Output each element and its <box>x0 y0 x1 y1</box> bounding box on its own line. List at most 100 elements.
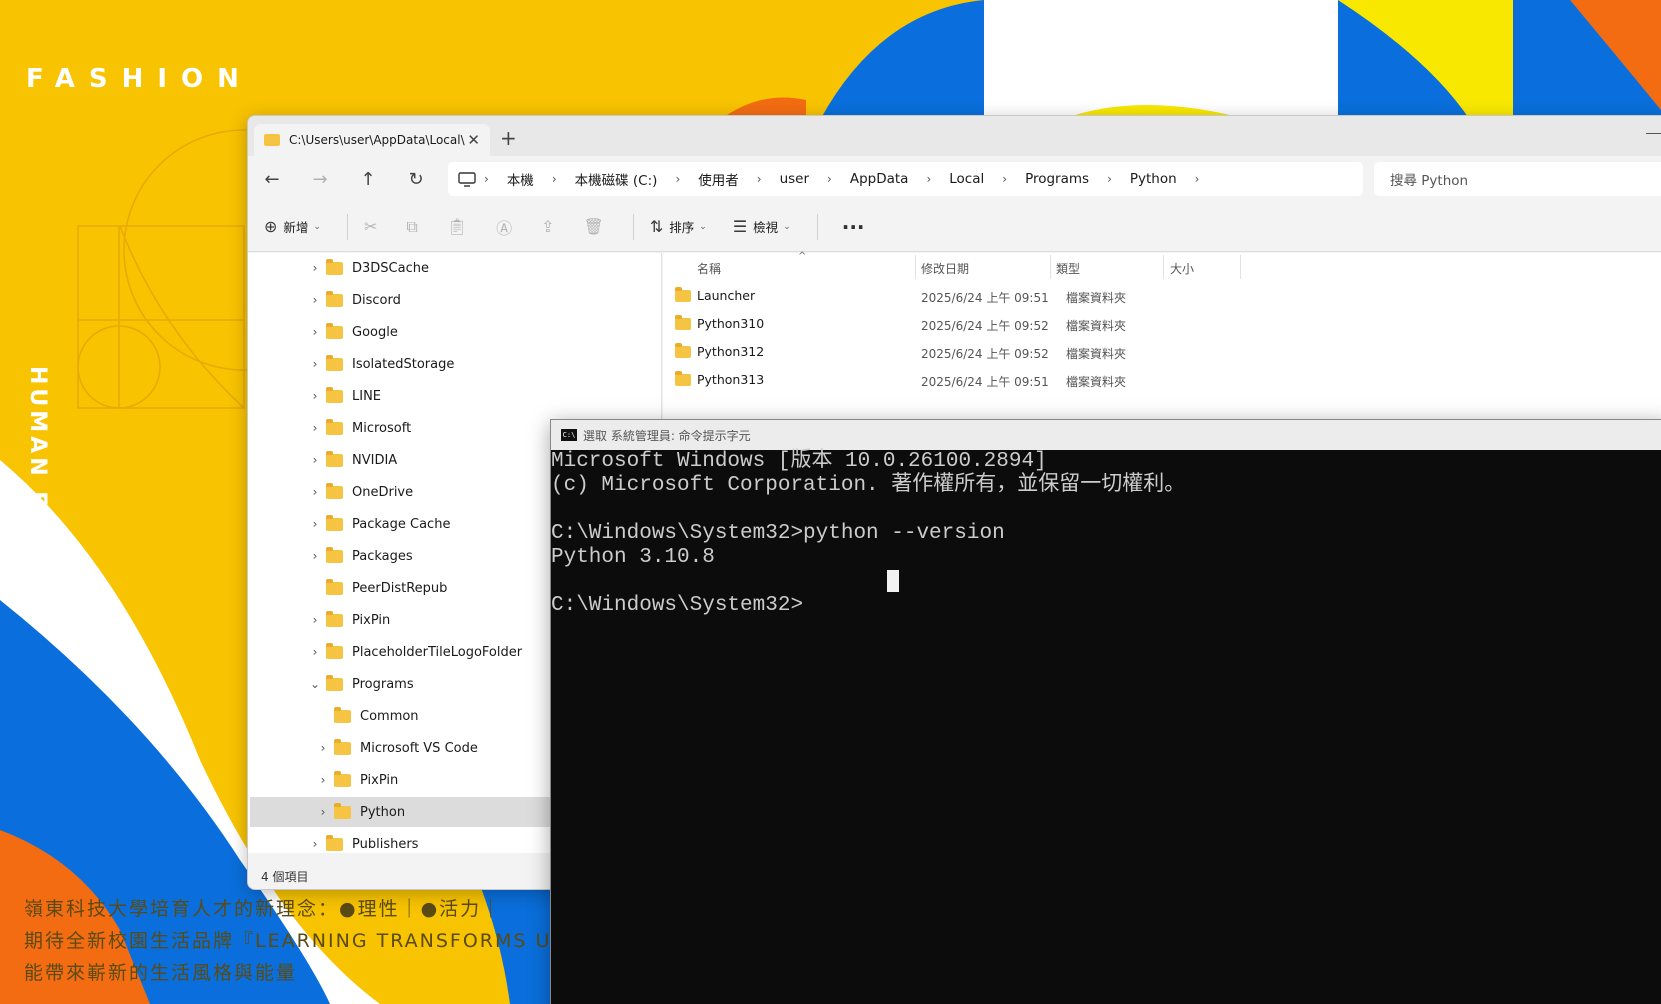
view-button[interactable]: ☰ 檢視 ⌄ <box>733 217 791 236</box>
chevron-right-icon[interactable]: › <box>304 293 326 307</box>
chevron-right-icon[interactable]: › <box>304 517 326 531</box>
folder-icon <box>326 322 343 339</box>
forward-button[interactable]: → <box>296 169 344 190</box>
cmd-line <box>551 498 1661 522</box>
column-header-type[interactable]: 類型 <box>1056 255 1080 281</box>
address-bar[interactable]: › 本機 › 本機磁碟 (C:) › 使用者 › user › AppData … <box>448 162 1363 196</box>
folder-icon <box>675 314 691 330</box>
breadcrumb-programs[interactable]: Programs <box>1015 171 1099 187</box>
breadcrumb-python[interactable]: Python <box>1120 171 1187 187</box>
folder-icon <box>326 642 343 659</box>
tree-item[interactable]: › D3DSCache <box>250 253 660 283</box>
column-header-name[interactable]: 名稱 <box>697 255 721 281</box>
refresh-button[interactable]: ↻ <box>392 169 440 190</box>
chevron-right-icon[interactable]: › <box>304 645 326 659</box>
tree-item-label: Google <box>352 324 398 340</box>
share-icon[interactable]: ⇪ <box>541 217 554 236</box>
file-type: 檔案資料夾 <box>1066 291 1127 305</box>
paste-icon[interactable]: 📋︎ <box>447 217 467 236</box>
chevron-right-icon[interactable]: › <box>312 741 334 755</box>
tree-item[interactable]: › IsolatedStorage <box>250 349 660 379</box>
file-row[interactable]: Python312 2025/6/24 上午 09:52 檔案資料夾 <box>675 339 1275 365</box>
folder-icon <box>334 706 351 723</box>
chevron-right-icon[interactable]: › <box>304 485 326 499</box>
chevron-right-icon[interactable]: › <box>312 805 334 819</box>
folder-icon <box>675 286 691 302</box>
breadcrumb-separator: › <box>1002 172 1008 186</box>
more-options-icon[interactable]: ··· <box>842 215 865 239</box>
copy-icon[interactable]: ⧉ <box>406 217 417 237</box>
chevron-right-icon[interactable]: › <box>304 549 326 563</box>
folder-icon <box>326 514 343 531</box>
tree-item[interactable]: › LINE <box>250 381 660 411</box>
new-tab-button[interactable]: + <box>500 126 517 150</box>
column-divider <box>1163 255 1164 279</box>
new-button[interactable]: ⊕ 新增 ⌄ <box>264 217 321 236</box>
breadcrumb-local-disk[interactable]: 本機磁碟 (C:) <box>565 169 668 189</box>
rename-icon[interactable]: Ⓐ <box>496 215 512 239</box>
file-row[interactable]: Python313 2025/6/24 上午 09:51 檔案資料夾 <box>675 367 1275 393</box>
breadcrumb-separator: › <box>675 172 681 186</box>
cmd-title-bar[interactable]: C:\ 選取 系統管理員: 命令提示字元 <box>551 420 1661 450</box>
file-name: Python313 <box>697 372 765 387</box>
navigation-bar: ← → ↑ ↻ › 本機 › 本機磁碟 (C:) › 使用者 › user › … <box>248 156 1661 202</box>
tree-item[interactable]: › Discord <box>250 285 660 315</box>
sort-button[interactable]: ⇅ 排序 ⌄ <box>650 217 707 236</box>
divider <box>816 213 818 240</box>
tree-item-label: Package Cache <box>352 516 451 532</box>
minimize-button[interactable] <box>1646 124 1661 134</box>
delete-icon[interactable]: 🗑︎ <box>584 217 604 236</box>
chevron-right-icon[interactable]: › <box>312 773 334 787</box>
breadcrumb-local[interactable]: Local <box>939 171 994 187</box>
wallpaper-vertical-text: HUMAN ECOLOGY <box>25 366 50 635</box>
search-input[interactable]: 搜尋 Python <box>1374 162 1661 196</box>
view-label: 檢視 <box>753 220 779 235</box>
breadcrumb-user[interactable]: user <box>770 171 819 187</box>
breadcrumb-separator: › <box>484 172 489 186</box>
folder-icon <box>326 258 343 275</box>
chevron-right-icon[interactable]: › <box>304 261 326 275</box>
file-row[interactable]: Launcher 2025/6/24 上午 09:51 檔案資料夾 <box>675 283 1275 309</box>
tree-item[interactable]: › Google <box>250 317 660 347</box>
folder-icon <box>326 418 343 435</box>
back-button[interactable]: ← <box>248 169 296 190</box>
breadcrumb-appdata[interactable]: AppData <box>840 171 919 187</box>
cmd-line: C:\Windows\System32>python --version <box>551 522 1005 545</box>
new-label: 新增 <box>283 220 309 235</box>
chevron-right-icon[interactable]: › <box>304 357 326 371</box>
file-name: Python312 <box>697 344 765 359</box>
tree-item-label: LINE <box>352 388 382 404</box>
cmd-line: C:\Windows\System32> <box>551 594 804 617</box>
tree-item-label: Common <box>360 708 419 724</box>
text-cursor <box>887 570 899 592</box>
breadcrumb-this-pc[interactable]: 本機 <box>497 169 544 189</box>
file-name-cell: Python310 <box>675 314 765 331</box>
file-name: Launcher <box>697 288 756 303</box>
column-header-size[interactable]: 大小 <box>1170 255 1194 281</box>
close-tab-icon[interactable]: ✕ <box>467 131 480 149</box>
cmd-output[interactable]: Microsoft Windows [版本 10.0.26100.2894] (c… <box>551 450 1661 618</box>
chevron-right-icon[interactable]: › <box>304 613 326 627</box>
cut-icon[interactable]: ✂ <box>364 217 377 236</box>
chevron-down-icon[interactable]: ⌄ <box>304 677 326 691</box>
file-date: 2025/6/24 上午 09:51 <box>921 291 1049 305</box>
wallpaper-text-line-3: 能帶來嶄新的生活風格與能量 <box>24 962 298 984</box>
file-name: Python310 <box>697 316 765 331</box>
up-button[interactable]: ↑ <box>344 169 392 190</box>
chevron-right-icon[interactable]: › <box>304 421 326 435</box>
tab-local-folder[interactable]: C:\Users\user\AppData\Local\ ✕ <box>254 124 490 156</box>
column-header-date[interactable]: 修改日期 <box>921 255 969 281</box>
breadcrumb-separator: › <box>756 172 762 186</box>
command-prompt-window[interactable]: C:\ 選取 系統管理員: 命令提示字元 Microsoft Windows [… <box>550 419 1661 1004</box>
chevron-right-icon[interactable]: › <box>304 325 326 339</box>
file-row[interactable]: Python310 2025/6/24 上午 09:52 檔案資料夾 <box>675 311 1275 337</box>
chevron-down-icon: ⌄ <box>699 221 707 232</box>
breadcrumb-users[interactable]: 使用者 <box>688 169 749 189</box>
folder-icon <box>326 354 343 371</box>
chevron-right-icon[interactable]: › <box>304 453 326 467</box>
folder-icon <box>334 770 351 787</box>
sort-label: 排序 <box>669 220 695 235</box>
file-type: 檔案資料夾 <box>1066 347 1127 361</box>
chevron-right-icon[interactable]: › <box>304 389 326 403</box>
chevron-right-icon[interactable]: › <box>304 837 326 851</box>
